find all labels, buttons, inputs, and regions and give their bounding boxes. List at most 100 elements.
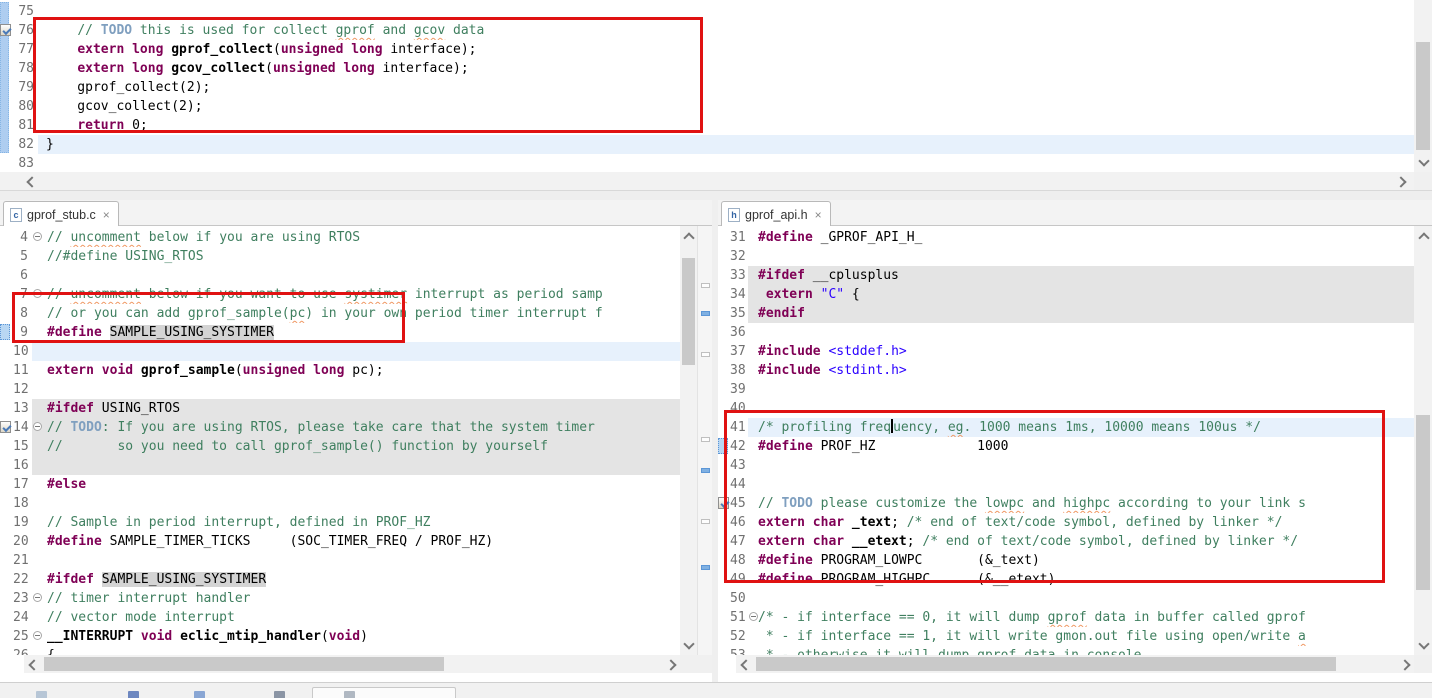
code-line[interactable]: 49#define PROGRAM_HIGHPC (&__etext)	[718, 570, 1414, 589]
code-line[interactable]: 79 gprof_collect(2);	[0, 78, 1414, 97]
code-line[interactable]: 45// TODO please customize the lowpc and…	[718, 494, 1414, 513]
fold-collapse-icon[interactable]	[32, 285, 47, 304]
scrollbar-thumb[interactable]	[44, 657, 444, 671]
code-line[interactable]: 42#define PROF_HZ 1000	[718, 437, 1414, 456]
code-line[interactable]: 32	[718, 247, 1414, 266]
overview-marker[interactable]	[701, 311, 710, 316]
code-line[interactable]: 39	[718, 380, 1414, 399]
code-line[interactable]: 52 * - if interface == 1, it will write …	[718, 627, 1414, 646]
code-line[interactable]: 8// or you can add gprof_sample(pc) in y…	[0, 304, 680, 323]
scroll-left-icon[interactable]	[24, 656, 40, 672]
overview-marker[interactable]	[701, 468, 710, 473]
view-icon-5-icon[interactable]	[344, 691, 355, 698]
fold-collapse-icon[interactable]	[32, 418, 47, 437]
view-icon-1-icon[interactable]	[36, 691, 47, 698]
scroll-right-icon[interactable]	[1394, 173, 1410, 189]
view-icon-2-icon[interactable]	[128, 691, 139, 698]
code-line[interactable]: 19// Sample in period interrupt, defined…	[0, 513, 680, 532]
code-line[interactable]: 23// timer interrupt handler	[0, 589, 680, 608]
scroll-up-icon[interactable]	[680, 228, 696, 244]
code-line[interactable]: 35#endif	[718, 304, 1414, 323]
close-icon[interactable]: ×	[103, 208, 110, 222]
horizontal-scrollbar-top[interactable]	[0, 172, 1414, 190]
fold-collapse-icon[interactable]	[32, 228, 47, 247]
vertical-scrollbar-left[interactable]	[680, 226, 697, 655]
overview-marker[interactable]	[701, 352, 710, 357]
fold-collapse-icon[interactable]	[32, 589, 47, 608]
scrollbar-thumb[interactable]	[1416, 42, 1430, 150]
code-line[interactable]: 17#else	[0, 475, 680, 494]
code-line[interactable]: 24// vector mode interrupt	[0, 608, 680, 627]
code-line[interactable]: 50	[718, 589, 1414, 608]
code-line[interactable]: 75	[0, 2, 1414, 21]
code-line[interactable]: 25__INTERRUPT void eclic_mtip_handler(vo…	[0, 627, 680, 646]
overview-marker[interactable]	[701, 565, 710, 570]
vertical-scrollbar-top[interactable]	[1414, 0, 1432, 172]
code-area-left[interactable]: 4// uncomment below if you are using RTO…	[0, 226, 680, 655]
tab-gprof-api-h[interactable]: h gprof_api.h ×	[721, 201, 831, 227]
code-line[interactable]: 14// TODO: If you are using RTOS, please…	[0, 418, 680, 437]
scrollbar-thumb[interactable]	[1416, 415, 1430, 590]
code-area-top[interactable]: 7576 // TODO this is used for collect gp…	[0, 0, 1414, 172]
vertical-scrollbar-right[interactable]	[1414, 226, 1432, 655]
overview-marker[interactable]	[701, 519, 710, 524]
code-line[interactable]: 78 extern long gcov_collect(unsigned lon…	[0, 59, 1414, 78]
code-line[interactable]: 4// uncomment below if you are using RTO…	[0, 228, 680, 247]
scroll-left-icon[interactable]	[736, 656, 752, 672]
code-line[interactable]: 48#define PROGRAM_LOWPC (&_text)	[718, 551, 1414, 570]
code-line[interactable]: 38#include <stdint.h>	[718, 361, 1414, 380]
code-line[interactable]: 15// so you need to call gprof_sample() …	[0, 437, 680, 456]
scroll-down-icon[interactable]	[680, 637, 696, 653]
code-line[interactable]: 7// uncomment below if you want to use s…	[0, 285, 680, 304]
code-line[interactable]: 16	[0, 456, 680, 475]
code-line[interactable]: 81 return 0;	[0, 116, 1414, 135]
code-line[interactable]: 13#ifdef USING_RTOS	[0, 399, 680, 418]
bottom-view-tab[interactable]	[312, 687, 456, 698]
scroll-down-icon[interactable]	[1415, 637, 1431, 653]
code-line[interactable]: 80 gcov_collect(2);	[0, 97, 1414, 116]
code-line[interactable]: 41/* profiling frequency, eg. 1000 means…	[718, 418, 1414, 437]
code-line[interactable]: 77 extern long gprof_collect(unsigned lo…	[0, 40, 1414, 59]
tab-gprof-stub-c[interactable]: c gprof_stub.c ×	[3, 201, 119, 227]
code-line[interactable]: 20#define SAMPLE_TIMER_TICKS (SOC_TIMER_…	[0, 532, 680, 551]
scrollbar-thumb[interactable]	[756, 657, 1336, 671]
horizontal-scrollbar-right[interactable]	[736, 655, 1414, 673]
code-line[interactable]: 47extern char __etext; /* end of text/co…	[718, 532, 1414, 551]
code-line[interactable]: 6	[0, 266, 680, 285]
code-line[interactable]: 82}	[0, 135, 1414, 154]
scrollbar-thumb[interactable]	[682, 258, 695, 365]
code-line[interactable]: 26{	[0, 646, 680, 655]
view-icon-4-icon[interactable]	[274, 691, 285, 698]
code-line[interactable]: 11extern void gprof_sample(unsigned long…	[0, 361, 680, 380]
code-line[interactable]: 9#define SAMPLE_USING_SYSTIMER	[0, 323, 680, 342]
fold-collapse-icon[interactable]	[32, 627, 47, 646]
close-icon[interactable]: ×	[815, 208, 822, 222]
code-line[interactable]: 44	[718, 475, 1414, 494]
code-line[interactable]: 36	[718, 323, 1414, 342]
scroll-right-icon[interactable]	[1398, 656, 1414, 672]
code-line[interactable]: 18	[0, 494, 680, 513]
code-line[interactable]: 5//#define USING_RTOS	[0, 247, 680, 266]
scroll-down-icon[interactable]	[1415, 154, 1431, 170]
horizontal-scrollbar-left[interactable]	[24, 655, 680, 673]
code-line[interactable]: 76 // TODO this is used for collect gpro…	[0, 21, 1414, 40]
fold-collapse-icon[interactable]	[748, 608, 758, 627]
code-line[interactable]: 37#include <stddef.h>	[718, 342, 1414, 361]
overview-marker[interactable]	[701, 437, 710, 442]
code-line[interactable]: 12	[0, 380, 680, 399]
horizontal-sash[interactable]	[0, 190, 1432, 200]
code-line[interactable]: 10	[0, 342, 680, 361]
scroll-up-icon[interactable]	[1415, 228, 1431, 244]
view-icon-3-icon[interactable]	[194, 691, 205, 698]
code-line[interactable]: 40	[718, 399, 1414, 418]
code-line[interactable]: 83	[0, 154, 1414, 172]
overview-marker[interactable]	[701, 283, 710, 288]
code-line[interactable]: 53 * - otherwise it will dump gprof data…	[718, 646, 1414, 655]
code-line[interactable]: 34 extern "C" {	[718, 285, 1414, 304]
code-line[interactable]: 51/* - if interface == 0, it will dump g…	[718, 608, 1414, 627]
scroll-right-icon[interactable]	[664, 656, 680, 672]
code-line[interactable]: 46extern char _text; /* end of text/code…	[718, 513, 1414, 532]
code-line[interactable]: 22#ifdef SAMPLE_USING_SYSTIMER	[0, 570, 680, 589]
code-line[interactable]: 31#define _GPROF_API_H_	[718, 228, 1414, 247]
code-line[interactable]: 43	[718, 456, 1414, 475]
